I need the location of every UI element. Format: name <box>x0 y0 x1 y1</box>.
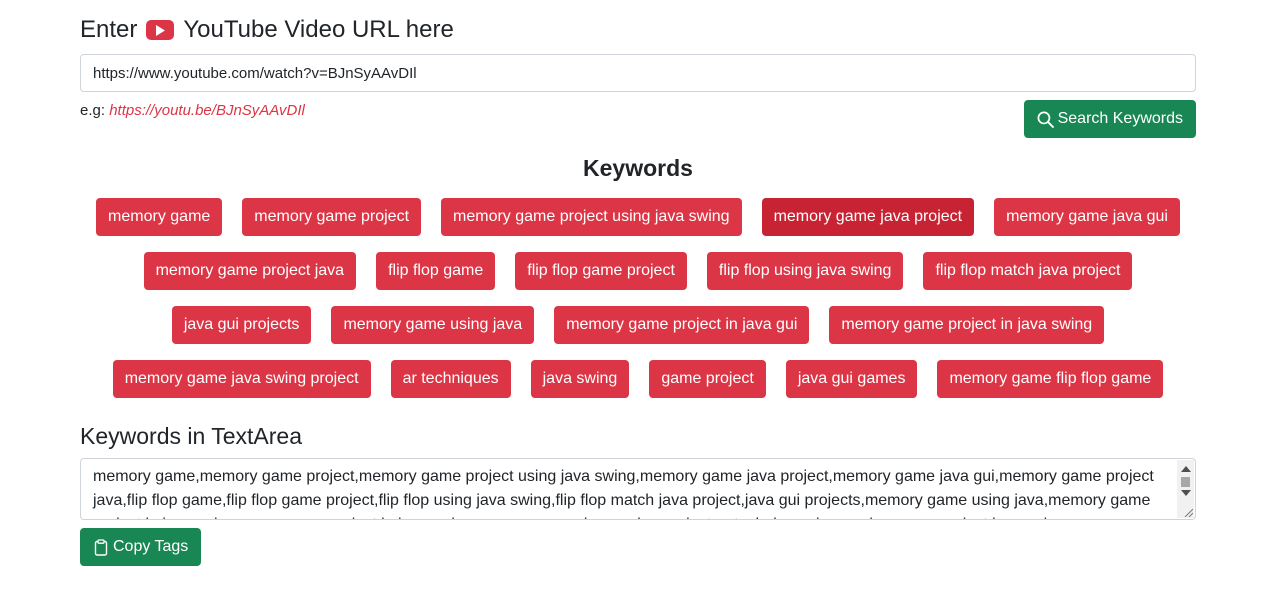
scroll-up-icon[interactable] <box>1181 466 1191 472</box>
keyword-tag[interactable]: memory game project in java gui <box>554 306 810 344</box>
example-link[interactable]: https://youtu.be/BJnSyAAvDIl <box>109 102 305 119</box>
keyword-tag[interactable]: memory game java gui <box>994 198 1180 236</box>
scroll-thumb[interactable] <box>1181 477 1190 487</box>
keyword-row: memory game project java flip flop game … <box>80 252 1196 290</box>
search-keywords-button[interactable]: Search Keywords <box>1023 100 1196 138</box>
clipboard-icon <box>94 538 108 556</box>
keyword-tag[interactable]: memory game java swing project <box>112 360 371 398</box>
search-keywords-label: Search Keywords <box>1057 110 1183 127</box>
search-icon <box>1037 111 1054 128</box>
keyword-tag[interactable]: flip flop match java project <box>923 252 1133 290</box>
heading-prefix: Enter <box>80 16 138 43</box>
textarea-title: Keywords in TextArea <box>80 423 303 449</box>
keyword-list: memory game memory game project memory g… <box>80 198 1196 414</box>
keywords-textarea-content[interactable]: memory game,memory game project,memory g… <box>81 459 1195 519</box>
keyword-row: java gui projects memory game using java… <box>80 306 1196 344</box>
keyword-tag[interactable]: memory game project in java swing <box>829 306 1105 344</box>
keyword-row: memory game memory game project memory g… <box>80 198 1196 236</box>
keyword-tag[interactable]: memory game project using java swing <box>441 198 742 236</box>
keyword-tag[interactable]: memory game project java <box>143 252 357 290</box>
keyword-tag[interactable]: memory game flip flop game <box>937 360 1164 398</box>
keywords-title: Keywords <box>583 155 693 181</box>
example-label: e.g: <box>80 102 106 119</box>
keyword-tag[interactable]: ar techniques <box>390 360 511 398</box>
keyword-tag[interactable]: flip flop game project <box>515 252 687 290</box>
heading-suffix: YouTube Video URL here <box>183 16 454 43</box>
keyword-tag[interactable]: java gui projects <box>171 306 312 344</box>
copy-tags-button[interactable]: Copy Tags <box>80 528 202 566</box>
youtube-play-icon <box>146 20 175 40</box>
keyword-tag[interactable]: memory game using java <box>331 306 535 344</box>
keyword-row: memory game java swing project ar techni… <box>80 360 1196 398</box>
example-hint: e.g: https://youtu.be/BJnSyAAvDIl <box>80 102 305 119</box>
keyword-tag[interactable]: game project <box>649 360 766 398</box>
keyword-tag[interactable]: memory game <box>96 198 223 236</box>
keywords-textarea[interactable]: memory game,memory game project,memory g… <box>80 458 1196 520</box>
keyword-tag-active[interactable]: memory game java project <box>761 198 975 236</box>
keyword-tag[interactable]: flip flop game <box>376 252 496 290</box>
page-heading: Enter YouTube Video URL here <box>80 14 454 46</box>
copy-tags-label: Copy Tags <box>113 538 189 555</box>
keyword-tag[interactable]: flip flop using java swing <box>706 252 904 290</box>
keyword-tag[interactable]: java gui games <box>785 360 918 398</box>
scroll-down-icon[interactable] <box>1181 490 1191 496</box>
youtube-url-input[interactable] <box>80 54 1196 92</box>
keyword-tag[interactable]: java swing <box>530 360 630 398</box>
keyword-tag[interactable]: memory game project <box>242 198 422 236</box>
resize-grip-icon[interactable] <box>1183 507 1193 517</box>
